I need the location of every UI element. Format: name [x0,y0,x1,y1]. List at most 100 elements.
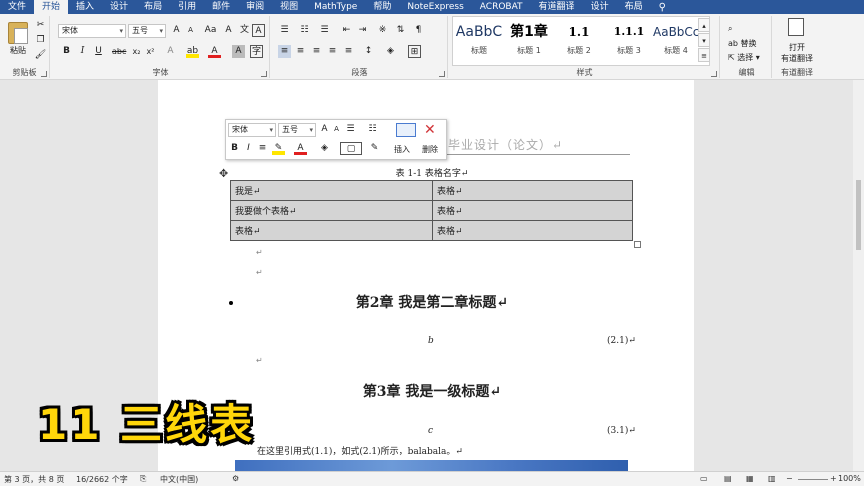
table-cell[interactable]: 表格↵ [432,200,633,221]
tab-youdao[interactable]: 有道翻译 [531,0,583,14]
tab-review[interactable]: 审阅 [238,0,272,14]
tab-design[interactable]: 设计 [102,0,136,14]
styles-launcher[interactable] [711,71,717,77]
enclose-char-icon[interactable]: A [252,24,265,37]
line-spacing-icon[interactable]: ↕ [362,45,375,58]
underline-button[interactable]: U [92,45,105,58]
borders-icon[interactable]: ⊞ [408,45,421,58]
tab-help[interactable]: 帮助 [365,0,399,14]
format-painter-icon[interactable]: 🖌 [34,49,47,62]
mini-size-combo[interactable]: 五号 ▾ [278,123,316,137]
tab-layout[interactable]: 布局 [136,0,170,14]
style-heading-2[interactable]: 1.1 标题 2 [555,19,603,63]
web-layout-icon[interactable]: ▥ [768,474,776,483]
shrink-font-icon[interactable]: A [330,123,343,136]
table-cell[interactable]: 表格↵ [230,220,433,241]
mini-font-color-icon[interactable]: A [294,142,307,155]
mini-bold-button[interactable]: B [228,142,241,155]
align-right-icon[interactable]: ≡ [310,45,323,58]
style-title[interactable]: AaBbC 标题 [455,19,503,63]
paste-icon[interactable] [8,22,28,44]
bullets-icon[interactable]: ☰ [278,24,291,37]
highlight-icon[interactable]: ab [186,45,199,58]
font-size-combo[interactable]: 五号 ▾ [128,24,166,38]
table-resize-handle[interactable] [634,241,641,248]
tab-references[interactable]: 引用 [170,0,204,14]
tab-view[interactable]: 视图 [272,0,306,14]
style-heading-4[interactable]: AaBbCc 标题 4 [653,19,699,63]
numbering-icon[interactable]: ☷ [366,123,379,136]
shading-icon[interactable]: ◈ [384,45,397,58]
text-effects-icon[interactable]: A [164,45,177,58]
tab-acrobat[interactable]: ACROBAT [472,0,531,14]
table-cell[interactable]: 表格↵ [432,220,633,241]
decrease-indent-icon[interactable]: ⇤ [340,24,353,37]
font-launcher[interactable] [261,71,267,77]
open-youdao-button[interactable]: 打开 有道翻译 [774,42,820,64]
style-heading-3[interactable]: 1.1.1 标题 3 [605,19,653,63]
delete-table-icon[interactable]: ✕ [424,122,436,138]
mini-align-icon[interactable]: ≡ [256,142,269,155]
table-cell[interactable]: 我要做个表格↵ [230,200,433,221]
multilevel-list-icon[interactable]: ☰ [318,24,331,37]
mini-highlight-icon[interactable]: ✎ [272,142,285,155]
clipboard-launcher[interactable] [41,71,47,77]
document-table[interactable]: 我是↵ 表格↵ 我要做个表格↵ 表格↵ 表格↵ 表格↵ [230,180,633,241]
bold-button[interactable]: B [60,45,73,58]
mini-font-combo[interactable]: 宋体 ▾ [228,123,276,137]
italic-button[interactable]: I [76,45,89,58]
focus-mode-icon[interactable]: ▭ [700,474,708,483]
char-border-icon[interactable]: 字 [250,45,263,58]
mini-italic-button[interactable]: I [242,142,255,155]
tab-table-design[interactable]: 设计 [583,0,617,14]
strikethrough-button[interactable]: abc [112,45,126,58]
embedded-image[interactable] [235,460,628,471]
copy-icon[interactable]: ❐ [34,34,47,47]
cut-icon[interactable]: ✂ [34,19,47,32]
tab-table-layout[interactable]: 布局 [617,0,651,14]
char-shading-icon[interactable]: A [232,45,245,58]
read-mode-icon[interactable]: ▤ [724,474,732,483]
replace-button[interactable]: ab 替换 [728,38,757,49]
styles-up-icon[interactable]: ▴ [698,18,710,32]
tab-mailings[interactable]: 邮件 [204,0,238,14]
grow-font-icon[interactable]: A [170,24,183,37]
mini-insert-button[interactable]: 插入 [394,144,410,155]
zoom-out-icon[interactable]: − [786,474,793,483]
mini-delete-button[interactable]: 删除 [422,144,438,155]
accessibility-icon[interactable]: ⚙ [232,474,239,483]
lightbulb-icon[interactable]: ⚲ [651,2,674,13]
tab-home[interactable]: 开始 [34,0,69,14]
table-cell[interactable]: 我是↵ [230,180,433,201]
word-count[interactable]: 16/2662 个字 [76,474,128,485]
show-marks-icon[interactable]: ¶ [412,24,425,37]
font-name-combo[interactable]: 宋体 ▾ [58,24,126,38]
tab-file[interactable]: 文件 [0,0,34,14]
chinese-layout-icon[interactable]: ※ [376,24,389,37]
language-indicator[interactable]: 中文(中国) [160,474,198,485]
clear-format-icon[interactable]: A [222,24,235,37]
styles-more-icon[interactable]: ≡ [698,48,710,62]
find-icon[interactable]: ⌕ [728,24,732,34]
table-move-handle-icon[interactable]: ✥ [219,167,228,180]
superscript-button[interactable]: x² [144,45,157,58]
increase-indent-icon[interactable]: ⇥ [356,24,369,37]
shrink-font-icon[interactable]: A [184,24,197,37]
font-color-icon[interactable]: A [208,45,221,58]
select-button[interactable]: ⇱ 选择 ▾ [728,52,760,63]
phonetic-guide-icon[interactable]: 文 [238,24,251,37]
mini-borders-icon[interactable]: ▢ [340,142,362,155]
zoom-slider[interactable] [798,479,828,480]
numbering-icon[interactable]: ☷ [298,24,311,37]
tab-noteexpress[interactable]: NoteExpress [399,0,471,14]
insert-table-icon[interactable] [396,123,416,137]
tab-insert[interactable]: 插入 [68,0,102,14]
change-case-icon[interactable]: Aa [204,24,217,37]
zoom-level[interactable]: 100% [838,474,861,483]
paste-button[interactable]: 粘贴 [10,45,26,56]
page-count[interactable]: 第 3 页，共 8 页 [4,474,64,485]
table-cell[interactable]: 表格↵ [432,180,633,201]
align-center-icon[interactable]: ≡ [294,45,307,58]
mini-format-painter-icon[interactable]: ✎ [368,142,381,155]
styles-down-icon[interactable]: ▾ [698,33,710,47]
